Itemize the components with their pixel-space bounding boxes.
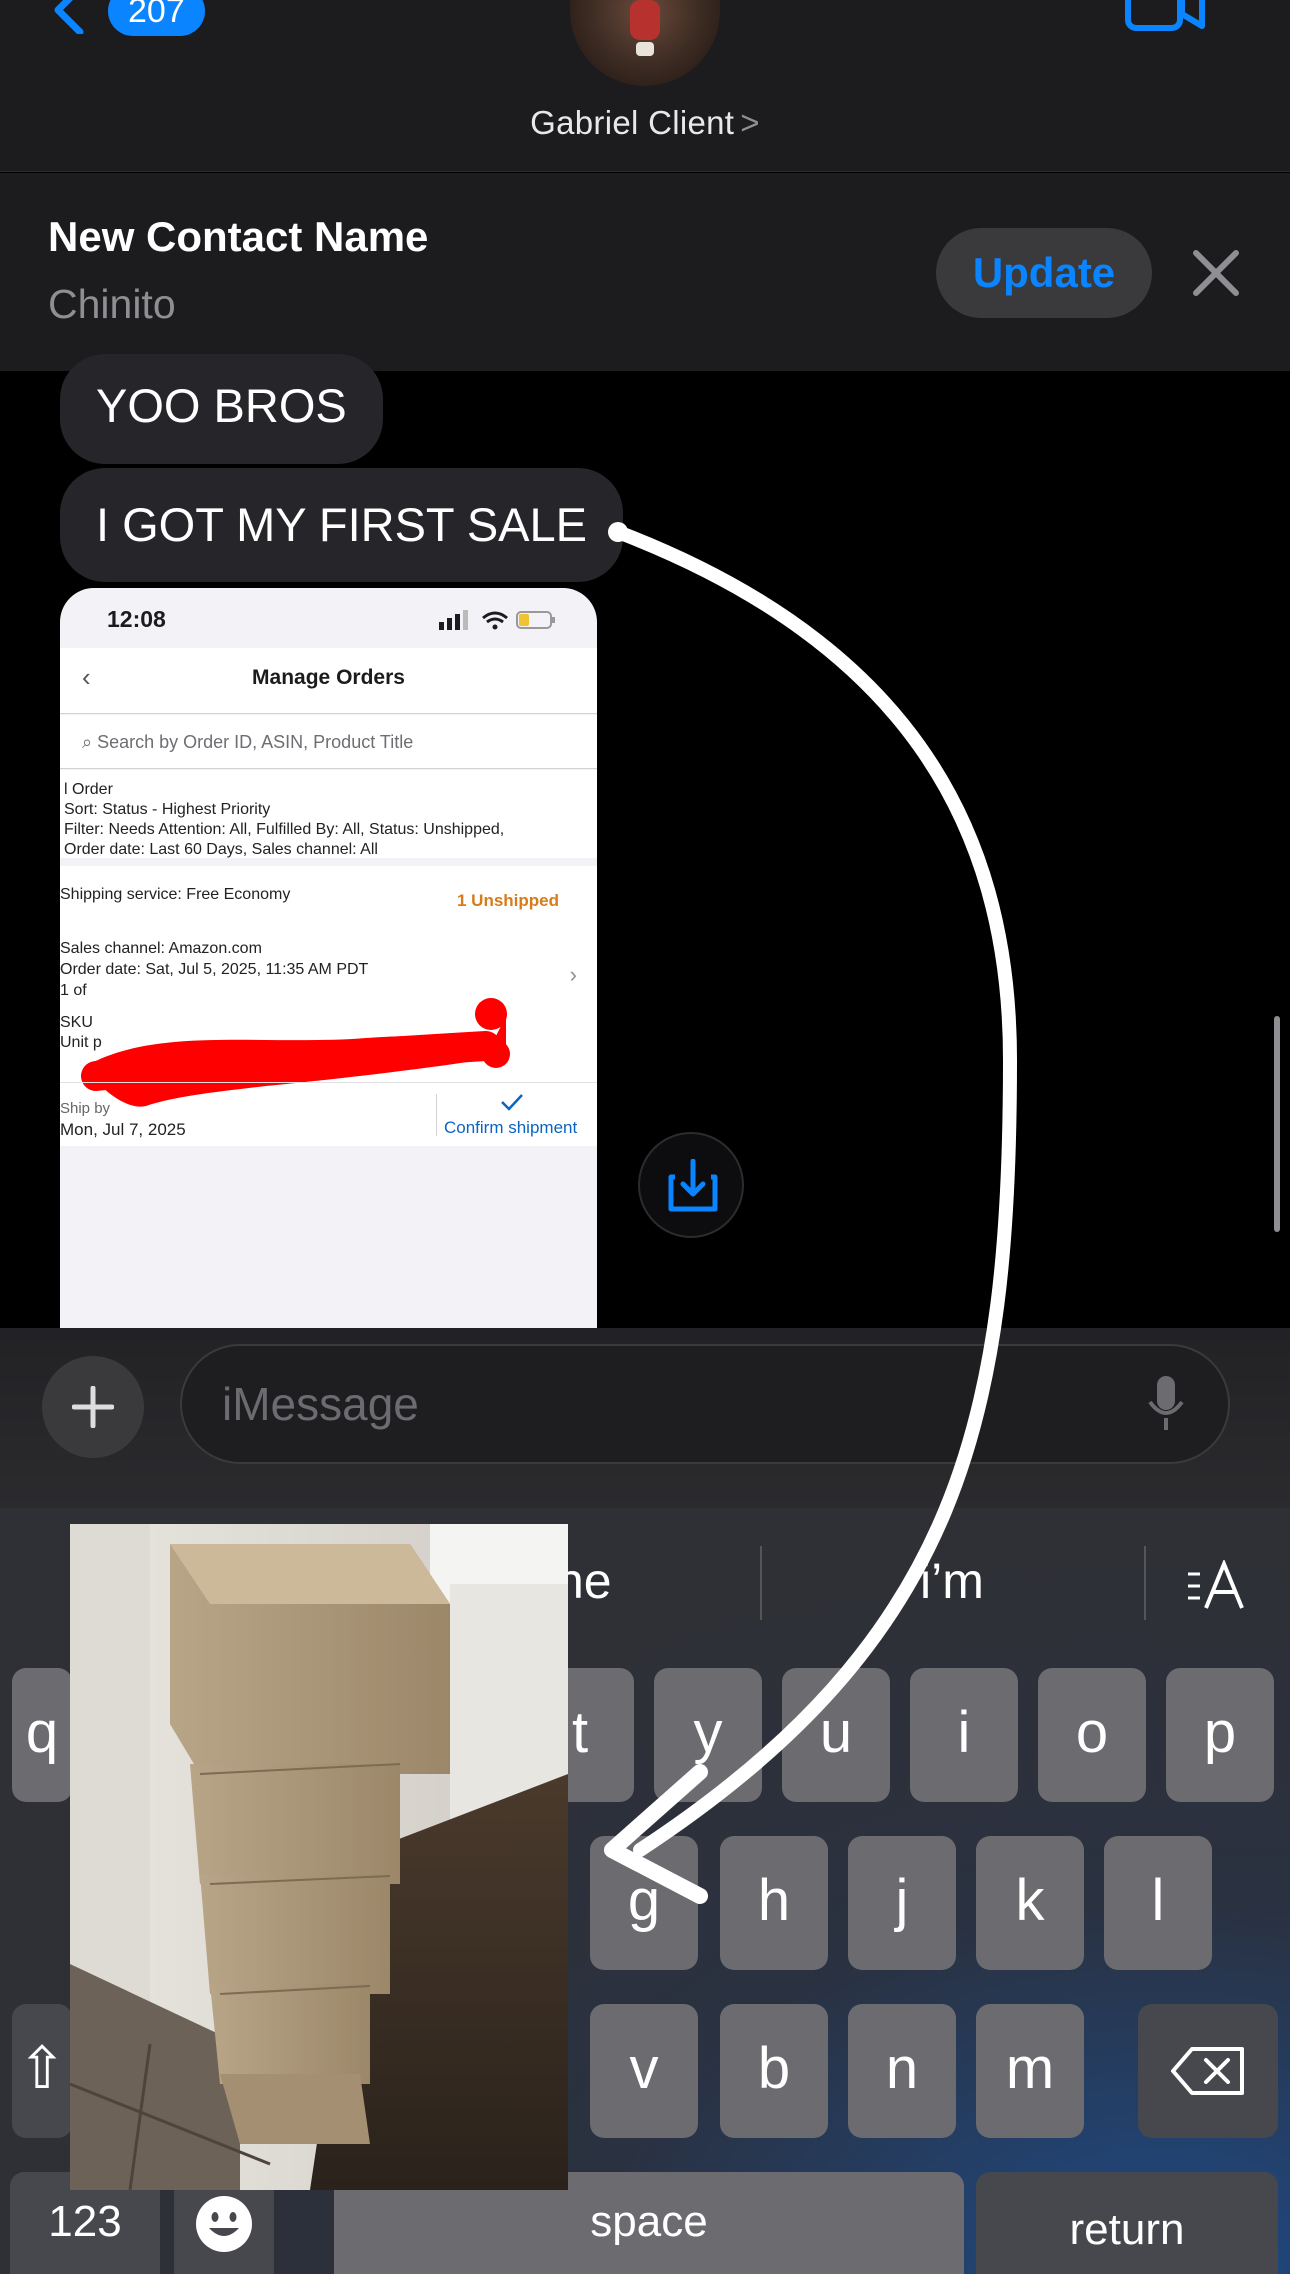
key-g[interactable]: g [590, 1836, 698, 1970]
key-m[interactable]: m [976, 2004, 1084, 2138]
delete-key[interactable] [1138, 2004, 1278, 2138]
key-y[interactable]: y [654, 1668, 762, 1802]
divider [436, 1094, 437, 1136]
boxes-photo-overlay [70, 1524, 568, 2190]
backspace-icon [1171, 2047, 1244, 2095]
unread-count-badge[interactable]: 207 [108, 0, 205, 36]
filter-line: Order date: Last 60 Days, Sales channel:… [64, 841, 378, 858]
divider [760, 1546, 762, 1620]
key-i[interactable]: i [910, 1668, 1018, 1802]
plus-icon [72, 1386, 114, 1428]
key-k[interactable]: k [976, 1836, 1084, 1970]
image-attachment-order-screenshot[interactable]: 12:08 ‹ Manage Orders ⌕ Search by Order … [60, 588, 597, 1328]
message-bubble[interactable]: YOO BROS [60, 354, 383, 464]
checkmark-icon [501, 1094, 523, 1111]
suggestion-item[interactable]: i’m [920, 1552, 984, 1610]
filter-line: Sort: Status - Highest Priority [64, 801, 271, 818]
facetime-video-icon[interactable] [1124, 0, 1206, 32]
shipping-service: Shipping service: Free Economy [60, 886, 291, 903]
key-j[interactable]: j [848, 1836, 956, 1970]
manage-orders-title: Manage Orders [252, 666, 405, 689]
filter-line: l Order [64, 781, 113, 798]
key-u[interactable]: u [782, 1668, 890, 1802]
key-b[interactable]: b [720, 2004, 828, 2138]
new-contact-name-banner: New Contact Name Chinito Update [0, 173, 1290, 371]
emoji-icon [196, 2196, 252, 2252]
stacked-boxes-image [70, 1524, 568, 2190]
chevron-right-icon: > [740, 104, 760, 141]
close-icon[interactable] [1188, 245, 1244, 301]
manage-orders-header: ‹ Manage Orders [60, 648, 597, 714]
order-search-field: ⌕ Search by Order ID, ASIN, Product Titl… [60, 715, 597, 769]
microphone-icon[interactable] [1146, 1374, 1186, 1434]
search-placeholder: Search by Order ID, ASIN, Product Title [97, 732, 414, 752]
key-q[interactable]: q [12, 1668, 72, 1802]
key-o[interactable]: o [1038, 1668, 1146, 1802]
status-bar-icons [439, 610, 555, 630]
contact-avatar[interactable] [570, 0, 720, 86]
confirm-shipment-link: Confirm shipment [444, 1118, 578, 1137]
contact-name-label: Gabriel Client [530, 104, 735, 141]
divider [1144, 1546, 1146, 1620]
add-attachment-button[interactable] [42, 1356, 144, 1458]
status-bar-time: 12:08 [107, 606, 166, 632]
banner-suggested-name: Chinito [48, 281, 176, 327]
download-icon [668, 1159, 718, 1212]
return-key[interactable]: return [976, 2172, 1278, 2274]
banner-title: New Contact Name [48, 213, 429, 260]
conversation-header: 207 Gabriel Client > [0, 0, 1290, 172]
update-contact-button[interactable]: Update [936, 228, 1152, 318]
scrollbar[interactable] [1274, 1016, 1280, 1232]
key-l[interactable]: l [1104, 1836, 1212, 1970]
key-n[interactable]: n [848, 2004, 956, 2138]
save-image-button[interactable] [638, 1132, 744, 1238]
message-bubble[interactable]: I GOT MY FIRST SALE [60, 468, 624, 582]
key-v[interactable]: v [590, 2004, 698, 2138]
sales-channel: Sales channel: Amazon.com [60, 940, 262, 957]
filter-line: Filter: Needs Attention: All, Fulfilled … [64, 821, 505, 838]
shift-key[interactable]: ⇧ [12, 2004, 72, 2138]
red-scribble-redaction [81, 998, 510, 1107]
key-p[interactable]: p [1166, 1668, 1274, 1802]
text-format-icon[interactable] [1186, 1560, 1248, 1612]
unshipped-status: 1 Unshipped [456, 891, 559, 910]
order-filters: l Order Sort: Status - Highest Priority … [60, 770, 597, 858]
divider [60, 1082, 597, 1083]
back-chevron-icon[interactable] [48, 0, 88, 34]
imessage-input[interactable]: iMessage [180, 1344, 1230, 1464]
chevron-right-icon: › [569, 962, 577, 987]
contact-name-button[interactable]: Gabriel Client > [0, 104, 1290, 142]
search-icon: ⌕ [82, 732, 98, 752]
key-h[interactable]: h [720, 1836, 828, 1970]
